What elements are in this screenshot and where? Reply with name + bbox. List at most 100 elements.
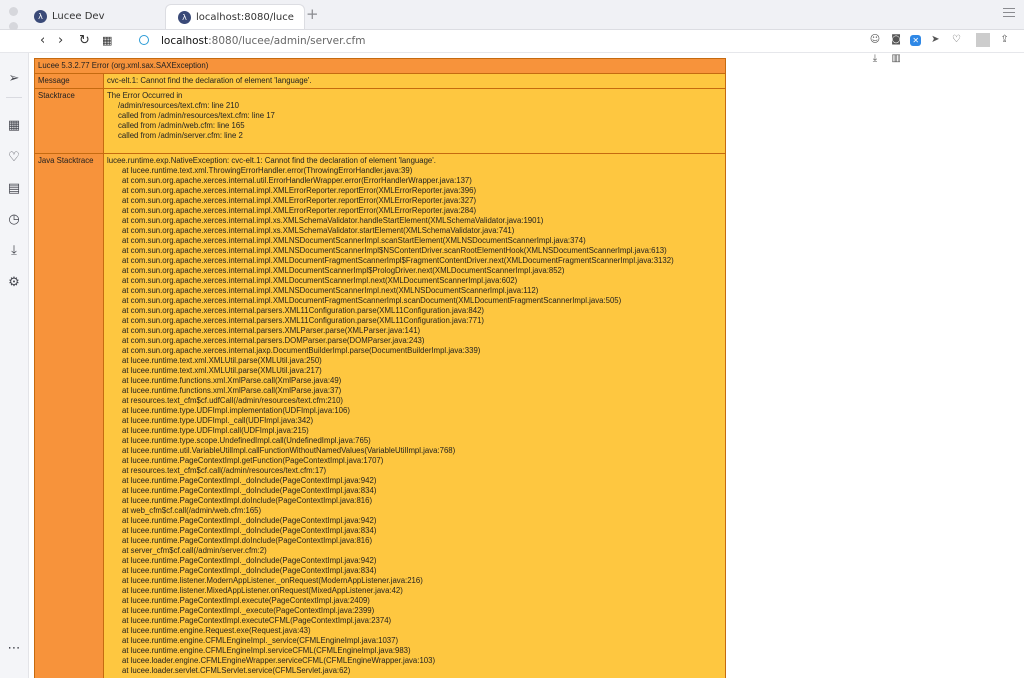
- reader-icon[interactable]: ▤: [6, 181, 22, 197]
- java-stacktrace-line: at com.sun.org.apache.xerces.internal.im…: [122, 256, 674, 265]
- tab-title: Lucee Dev: [52, 11, 105, 22]
- java-stacktrace-line: at lucee.runtime.PageContextImpl._doIncl…: [122, 476, 377, 485]
- java-stacktrace-line: at lucee.runtime.util.VariableUtilImpl.c…: [122, 446, 456, 455]
- java-stacktrace-line: at com.sun.org.apache.xerces.internal.im…: [122, 266, 565, 275]
- java-stacktrace-line: at lucee.runtime.text.xml.XMLUtil.parse(…: [122, 356, 322, 365]
- java-stacktrace-line: at lucee.runtime.PageContextImpl.execute…: [122, 596, 370, 605]
- java-stacktrace-line: at lucee.runtime.PageContextImpl.doInclu…: [122, 536, 373, 545]
- java-stacktrace-value: lucee.runtime.exp.NativeException: cvc-e…: [103, 153, 726, 678]
- error-table: Lucee 5.3.2.77 Error (org.xml.sax.SAXExc…: [34, 58, 726, 678]
- java-stacktrace-line: at lucee.loader.servlet.CFMLServlet.serv…: [122, 666, 351, 675]
- heart-icon[interactable]: ♡: [949, 33, 963, 47]
- lucee-logo-icon: λ: [178, 11, 191, 24]
- java-stacktrace-line: at lucee.runtime.PageContextImpl.execute…: [122, 616, 392, 625]
- tab-server-admin[interactable]: λ localhost:8080/lucee/admin/server.cfm: [165, 4, 305, 29]
- java-stacktrace-label: Java Stacktrace: [34, 153, 104, 678]
- java-stacktrace-line: at lucee.runtime.type.UDFImpl._call(UDFI…: [122, 416, 314, 425]
- java-stacktrace-line: at lucee.runtime.type.scope.UndefinedImp…: [122, 436, 371, 445]
- stacktrace-line: called from /admin/web.cfm: line 165: [118, 121, 245, 130]
- url-field[interactable]: localhost:8080/lucee/admin/server.cfm: [161, 33, 366, 49]
- java-stacktrace-line: at lucee.runtime.PageContextImpl.getFunc…: [122, 456, 384, 465]
- panels-icon[interactable]: ▦: [6, 118, 22, 134]
- java-stacktrace-line: at lucee.runtime.PageContextImpl._doIncl…: [122, 556, 377, 565]
- gear-icon[interactable]: ⚙: [6, 275, 22, 291]
- reload-button[interactable]: ↻: [79, 33, 90, 49]
- java-stacktrace-line: at com.sun.org.apache.xerces.internal.pa…: [122, 326, 421, 335]
- camera-icon[interactable]: ◙: [889, 33, 903, 47]
- java-stacktrace-line: at com.sun.org.apache.xerces.internal.im…: [122, 186, 477, 195]
- stacktrace-value: The Error Occurred in /admin/resources/t…: [103, 88, 726, 154]
- emoji-icon[interactable]: ☺: [868, 33, 882, 47]
- lucee-logo-icon: λ: [34, 10, 47, 23]
- java-stacktrace-line: at lucee.runtime.engine.CFMLEngineImpl.s…: [122, 646, 411, 655]
- globe-icon: [139, 35, 149, 45]
- new-tab-button[interactable]: +: [306, 5, 319, 23]
- java-stacktrace-line: at lucee.runtime.type.UDFImpl.implementa…: [122, 406, 350, 415]
- java-stacktrace-line: at lucee.runtime.text.xml.ThrowingErrorH…: [122, 166, 413, 175]
- history-icon[interactable]: ◷: [6, 212, 22, 228]
- java-stacktrace-line: at com.sun.org.apache.xerces.internal.im…: [122, 286, 539, 295]
- java-stacktrace-line: at lucee.runtime.type.UDFImpl.call(UDFIm…: [122, 426, 309, 435]
- java-stacktrace-line: at lucee.runtime.functions.xml.XmlParse.…: [122, 386, 342, 395]
- extension-icon[interactable]: ✕: [910, 35, 922, 46]
- java-stacktrace-line: at lucee.runtime.PageContextImpl._doIncl…: [122, 526, 377, 535]
- stacktrace-line: /admin/resources/text.cfm: line 210: [118, 101, 239, 110]
- stacktrace-intro: The Error Occurred in: [107, 91, 183, 100]
- page-content: Lucee 5.3.2.77 Error (org.xml.sax.SAXExc…: [29, 53, 1024, 678]
- java-stacktrace-line: at resources.text_cfm$cf.call(/admin/res…: [122, 466, 327, 475]
- stacktrace-lines: /admin/resources/text.cfm: line 210 calle…: [107, 101, 722, 141]
- java-stacktrace-line: at lucee.runtime.PageContextImpl._doIncl…: [122, 566, 377, 575]
- back-button[interactable]: ‹: [40, 33, 45, 49]
- send-icon[interactable]: ➢: [6, 71, 22, 87]
- java-stacktrace-line: at lucee.runtime.PageContextImpl._doIncl…: [122, 486, 377, 495]
- close-window-button[interactable]: [9, 7, 18, 16]
- url-path: :8080/lucee/admin/server.cfm: [208, 35, 366, 47]
- stacktrace-label: Stacktrace: [34, 88, 104, 154]
- java-exception-line: lucee.runtime.exp.NativeException: cvc-e…: [107, 156, 436, 165]
- heart-icon[interactable]: ♡: [6, 150, 22, 166]
- stacktrace-line: called from /admin/resources/text.cfm: l…: [118, 111, 275, 120]
- java-stacktrace-line: at com.sun.org.apache.xerces.internal.pa…: [122, 316, 485, 325]
- java-stacktrace-line: at web_cfm$cf.call(/admin/web.cfm:165): [122, 506, 262, 515]
- share-icon[interactable]: ⇪: [998, 33, 1012, 47]
- sidebar-divider: [6, 97, 22, 98]
- java-stacktrace-line: at com.sun.org.apache.xerces.internal.im…: [122, 236, 586, 245]
- tab-menu-button[interactable]: [1003, 8, 1015, 20]
- java-stacktrace-line: at lucee.runtime.engine.Request.exe(Requ…: [122, 626, 311, 635]
- stacktrace-line: called from /admin/server.cfm: line 2: [118, 131, 243, 140]
- java-stacktrace-line: at lucee.loader.engine.CFMLEngineWrapper…: [122, 656, 436, 665]
- error-message: cvc-elt.1: Cannot find the declaration o…: [103, 73, 726, 89]
- send-icon[interactable]: ➤: [928, 33, 942, 47]
- java-stacktrace-line: at lucee.runtime.listener.MixedAppListen…: [122, 586, 403, 595]
- java-stacktrace-line: at server_cfm$cf.call(/admin/server.cfm:…: [122, 546, 267, 555]
- java-stacktrace-line: at com.sun.org.apache.xerces.internal.ut…: [122, 176, 472, 185]
- message-label: Message: [34, 73, 104, 89]
- sidebar: ➢ ▦ ♡ ▤ ◷ ⤓ ⚙ ⋯: [0, 53, 29, 678]
- java-stacktrace-line: at lucee.runtime.PageContextImpl._doIncl…: [122, 516, 377, 525]
- address-bar-actions: ☺ ◙ ✕ ➤ ♡ ⇪ ⤓ ▥: [868, 33, 1024, 64]
- address-bar: ‹ › ↻ ▦ localhost:8080/lucee/admin/serve…: [0, 30, 1024, 64]
- tab-title: localhost:8080/lucee/admin/server.cfm: [196, 12, 294, 23]
- java-stacktrace-line: at lucee.runtime.listener.ModernAppListe…: [122, 576, 423, 585]
- java-stacktrace-lines: at lucee.runtime.text.xml.ThrowingErrorH…: [107, 166, 722, 676]
- java-stacktrace-line: at lucee.runtime.engine.CFMLEngineImpl._…: [122, 636, 399, 645]
- java-stacktrace-line: at com.sun.org.apache.xerces.internal.im…: [122, 206, 477, 215]
- download-icon[interactable]: ⤓: [6, 243, 22, 259]
- java-stacktrace-line: at resources.text_cfm$cf.udfCall(/admin/…: [122, 396, 343, 405]
- java-stacktrace-line: at com.sun.org.apache.xerces.internal.im…: [122, 216, 544, 225]
- divider: [976, 33, 991, 47]
- forward-button[interactable]: ›: [58, 33, 63, 49]
- java-stacktrace-line: at com.sun.org.apache.xerces.internal.im…: [122, 226, 515, 235]
- java-stacktrace-line: at lucee.runtime.PageContextImpl.doInclu…: [122, 496, 373, 505]
- java-stacktrace-line: at com.sun.org.apache.xerces.internal.im…: [122, 276, 518, 285]
- java-stacktrace-line: at com.sun.org.apache.xerces.internal.im…: [122, 246, 667, 255]
- error-header: Lucee 5.3.2.77 Error (org.xml.sax.SAXExc…: [34, 58, 726, 74]
- url-host: localhost: [161, 35, 209, 47]
- tab-strip: λ Lucee Dev λ localhost:8080/lucee/admin…: [0, 0, 1024, 46]
- more-icon[interactable]: ⋯: [6, 641, 22, 657]
- tab-lucee-dev[interactable]: λ Lucee Dev: [22, 4, 164, 29]
- speed-dial-icon[interactable]: ▦: [102, 33, 112, 49]
- java-stacktrace-line: at com.sun.org.apache.xerces.internal.pa…: [122, 336, 425, 345]
- java-stacktrace-line: at com.sun.org.apache.xerces.internal.im…: [122, 196, 477, 205]
- java-stacktrace-line: at com.sun.org.apache.xerces.internal.pa…: [122, 306, 485, 315]
